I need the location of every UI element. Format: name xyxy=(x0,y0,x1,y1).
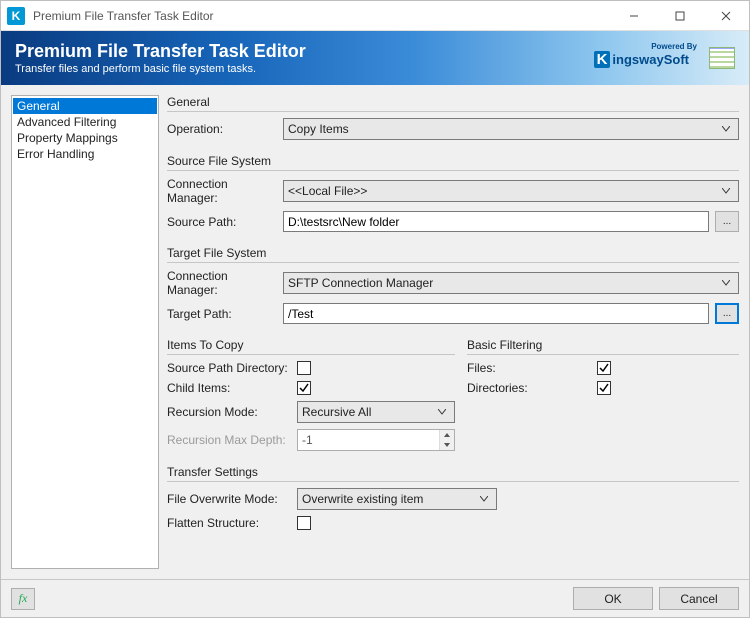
brand-name: ingswaySoft xyxy=(612,52,689,67)
footer: fx OK Cancel xyxy=(1,579,749,617)
brand-k-icon: K xyxy=(594,51,611,68)
brand-logo: Powered By KingswaySoft xyxy=(594,47,735,69)
sidebar-item-property-mappings[interactable]: Property Mappings xyxy=(13,130,157,146)
target-path-input[interactable] xyxy=(283,303,709,324)
operation-label: Operation: xyxy=(167,122,277,136)
target-path-label: Target Path: xyxy=(167,307,277,321)
expression-button[interactable]: fx xyxy=(11,588,35,610)
window-title: Premium File Transfer Task Editor xyxy=(33,9,214,23)
chevron-down-icon xyxy=(476,489,492,509)
source-path-label: Source Path: xyxy=(167,215,277,229)
group-heading-general: General xyxy=(167,95,739,112)
group-heading-target: Target File System xyxy=(167,246,739,263)
app-icon: K xyxy=(7,7,25,25)
target-path-browse-button[interactable]: ... xyxy=(715,303,739,324)
target-conn-select[interactable]: SFTP Connection Manager xyxy=(283,272,739,294)
chevron-down-icon xyxy=(434,402,450,422)
directories-label: Directories: xyxy=(467,381,597,395)
group-source: Source File System Connection Manager: <… xyxy=(167,154,739,238)
sidebar-item-error-handling[interactable]: Error Handling xyxy=(13,146,157,162)
sidebar-item-advanced-filtering[interactable]: Advanced Filtering xyxy=(13,114,157,130)
chevron-down-icon xyxy=(718,119,734,139)
cancel-button[interactable]: Cancel xyxy=(659,587,739,610)
spinner-up-button[interactable] xyxy=(440,430,454,440)
chevron-down-icon xyxy=(718,181,734,201)
group-target: Target File System Connection Manager: S… xyxy=(167,246,739,330)
header-banner: Premium File Transfer Task Editor Transf… xyxy=(1,31,749,85)
recursion-depth-input[interactable] xyxy=(298,430,439,450)
files-label: Files: xyxy=(467,361,597,375)
group-items-to-copy: Items To Copy Source Path Directory: Chi… xyxy=(167,338,455,457)
child-items-label: Child Items: xyxy=(167,381,297,395)
flatten-structure-checkbox[interactable] xyxy=(297,516,311,530)
maximize-button[interactable] xyxy=(657,1,703,31)
overwrite-mode-label: File Overwrite Mode: xyxy=(167,492,297,506)
titlebar: K Premium File Transfer Task Editor xyxy=(1,1,749,31)
group-basic-filtering: Basic Filtering Files: Directories: xyxy=(467,338,739,457)
source-conn-label: Connection Manager: xyxy=(167,177,277,205)
source-conn-select[interactable]: <<Local File>> xyxy=(283,180,739,202)
recursion-depth-spinner[interactable] xyxy=(297,429,455,451)
recursion-mode-label: Recursion Mode: xyxy=(167,405,297,419)
child-items-checkbox[interactable] xyxy=(297,381,311,395)
group-heading-filtering: Basic Filtering xyxy=(467,338,739,355)
directories-checkbox[interactable] xyxy=(597,381,611,395)
sidebar-item-general[interactable]: General xyxy=(13,98,157,114)
banner-subtitle: Transfer files and perform basic file sy… xyxy=(15,63,594,75)
task-icon xyxy=(709,47,735,69)
group-heading-transfer: Transfer Settings xyxy=(167,465,739,482)
group-heading-items: Items To Copy xyxy=(167,338,455,355)
target-conn-label: Connection Manager: xyxy=(167,269,277,297)
ok-button[interactable]: OK xyxy=(573,587,653,610)
minimize-button[interactable] xyxy=(611,1,657,31)
flatten-structure-label: Flatten Structure: xyxy=(167,516,297,530)
source-path-browse-button[interactable]: ... xyxy=(715,211,739,232)
group-transfer-settings: Transfer Settings File Overwrite Mode: O… xyxy=(167,465,739,536)
chevron-down-icon xyxy=(718,273,734,293)
close-button[interactable] xyxy=(703,1,749,31)
window: K Premium File Transfer Task Editor Prem… xyxy=(0,0,750,618)
recursion-mode-select[interactable]: Recursive All xyxy=(297,401,455,423)
source-path-dir-checkbox[interactable] xyxy=(297,361,311,375)
banner-title: Premium File Transfer Task Editor xyxy=(15,41,594,62)
main-panel: General Operation: Copy Items Source Fil… xyxy=(167,95,739,569)
source-path-dir-label: Source Path Directory: xyxy=(167,361,297,375)
group-heading-source: Source File System xyxy=(167,154,739,171)
operation-select[interactable]: Copy Items xyxy=(283,118,739,140)
sidebar: General Advanced Filtering Property Mapp… xyxy=(11,95,159,569)
overwrite-mode-select[interactable]: Overwrite existing item xyxy=(297,488,497,510)
source-path-input[interactable] xyxy=(283,211,709,232)
group-general: General Operation: Copy Items xyxy=(167,95,739,146)
files-checkbox[interactable] xyxy=(597,361,611,375)
body: General Advanced Filtering Property Mapp… xyxy=(1,85,749,579)
brand-powered-by: Powered By xyxy=(651,42,697,51)
recursion-depth-label: Recursion Max Depth: xyxy=(167,433,297,447)
spinner-down-button[interactable] xyxy=(440,440,454,450)
